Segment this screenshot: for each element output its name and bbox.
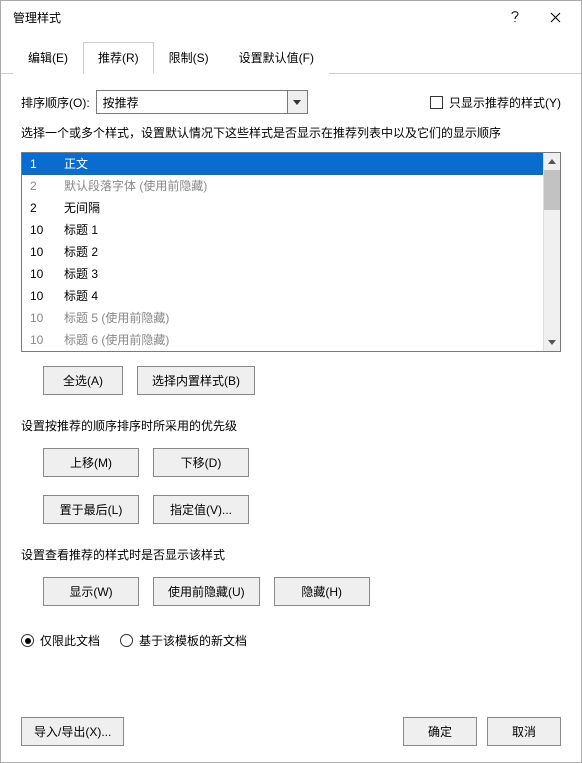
style-priority-number: 10 bbox=[30, 287, 64, 305]
select-all-button[interactable]: 全选(A) bbox=[43, 366, 123, 395]
tab-bar: 编辑(E) 推荐(R) 限制(S) 设置默认值(F) bbox=[1, 33, 581, 74]
style-name: 默认段落字体 (使用前隐藏) bbox=[64, 177, 207, 195]
style-name: 标题 6 (使用前隐藏) bbox=[64, 331, 169, 349]
style-list-item[interactable]: 10标题 4 bbox=[22, 285, 543, 307]
tab-recommend[interactable]: 推荐(R) bbox=[83, 42, 154, 74]
radio-this-document[interactable]: 仅限此文档 bbox=[21, 632, 100, 649]
style-list-item[interactable]: 10标题 6 (使用前隐藏) bbox=[22, 329, 543, 351]
dropdown-icon bbox=[287, 91, 307, 113]
radio-template-label: 基于该模板的新文档 bbox=[139, 632, 247, 649]
scrollbar[interactable] bbox=[543, 153, 560, 351]
set-value-button[interactable]: 指定值(V)... bbox=[153, 495, 249, 524]
radio-doc-label: 仅限此文档 bbox=[40, 632, 100, 649]
title-bar: 管理样式 bbox=[1, 1, 581, 33]
window-title: 管理样式 bbox=[13, 9, 495, 26]
dialog-footer: 导入/导出(X)... 确定 取消 bbox=[1, 705, 581, 762]
sort-order-select[interactable]: 按推荐 bbox=[96, 90, 308, 114]
checkbox-icon bbox=[430, 96, 443, 109]
radio-icon bbox=[21, 634, 34, 647]
select-builtin-button[interactable]: 选择内置样式(B) bbox=[137, 366, 255, 395]
scroll-up-icon[interactable] bbox=[544, 153, 560, 170]
style-list-item[interactable]: 10标题 7 (使用前隐藏) bbox=[22, 351, 543, 352]
hide-until-used-button[interactable]: 使用前隐藏(U) bbox=[153, 577, 260, 606]
style-priority-number: 10 bbox=[30, 265, 64, 283]
only-show-label: 只显示推荐的样式(Y) bbox=[449, 94, 561, 111]
style-priority-number: 2 bbox=[30, 177, 64, 195]
styles-listbox[interactable]: 1正文2默认段落字体 (使用前隐藏)2无间隔10标题 110标题 210标题 3… bbox=[21, 152, 561, 352]
tab-setdefault[interactable]: 设置默认值(F) bbox=[224, 42, 329, 74]
style-list-item[interactable]: 2无间隔 bbox=[22, 197, 543, 219]
scroll-thumb[interactable] bbox=[544, 170, 560, 210]
cancel-button[interactable]: 取消 bbox=[487, 717, 561, 746]
style-priority-number: 10 bbox=[30, 221, 64, 239]
style-priority-number: 10 bbox=[30, 243, 64, 261]
scroll-track[interactable] bbox=[544, 170, 560, 334]
style-name: 标题 5 (使用前隐藏) bbox=[64, 309, 169, 327]
style-list-item[interactable]: 10标题 2 bbox=[22, 241, 543, 263]
style-list-item[interactable]: 10标题 3 bbox=[22, 263, 543, 285]
move-last-button[interactable]: 置于最后(L) bbox=[43, 495, 139, 524]
style-priority-number: 10 bbox=[30, 331, 64, 349]
style-list-item[interactable]: 2默认段落字体 (使用前隐藏) bbox=[22, 175, 543, 197]
style-name: 标题 3 bbox=[64, 265, 98, 283]
style-name: 标题 4 bbox=[64, 287, 98, 305]
style-name: 标题 1 bbox=[64, 221, 98, 239]
sort-label: 排序顺序(O): bbox=[21, 94, 90, 111]
style-priority-number: 10 bbox=[30, 309, 64, 327]
hide-button[interactable]: 隐藏(H) bbox=[274, 577, 370, 606]
style-name: 无间隔 bbox=[64, 199, 100, 217]
priority-label: 设置按推荐的顺序排序时所采用的优先级 bbox=[21, 417, 561, 434]
style-name: 标题 2 bbox=[64, 243, 98, 261]
style-list-item[interactable]: 10标题 5 (使用前隐藏) bbox=[22, 307, 543, 329]
description-text: 选择一个或多个样式，设置默认情况下这些样式是否显示在推荐列表中以及它们的显示顺序 bbox=[21, 124, 561, 142]
import-export-button[interactable]: 导入/导出(X)... bbox=[21, 717, 124, 746]
style-priority-number: 1 bbox=[30, 155, 64, 173]
style-priority-number: 2 bbox=[30, 199, 64, 217]
style-name: 正文 bbox=[64, 155, 88, 173]
style-list-item[interactable]: 1正文 bbox=[22, 153, 543, 175]
move-down-button[interactable]: 下移(D) bbox=[153, 448, 249, 477]
radio-template[interactable]: 基于该模板的新文档 bbox=[120, 632, 247, 649]
only-show-recommended-checkbox[interactable]: 只显示推荐的样式(Y) bbox=[430, 94, 561, 111]
sort-row: 排序顺序(O): 按推荐 只显示推荐的样式(Y) bbox=[21, 90, 561, 114]
show-label: 设置查看推荐的样式时是否显示该样式 bbox=[21, 546, 561, 563]
help-button[interactable] bbox=[495, 3, 535, 31]
move-up-button[interactable]: 上移(M) bbox=[43, 448, 139, 477]
tab-restrict[interactable]: 限制(S) bbox=[154, 42, 224, 74]
manage-styles-dialog: 管理样式 编辑(E) 推荐(R) 限制(S) 设置默认值(F) 排序顺序(O):… bbox=[0, 0, 582, 763]
radio-icon bbox=[120, 634, 133, 647]
style-list-item[interactable]: 10标题 1 bbox=[22, 219, 543, 241]
ok-button[interactable]: 确定 bbox=[403, 717, 477, 746]
sort-order-value: 按推荐 bbox=[103, 94, 287, 111]
show-button[interactable]: 显示(W) bbox=[43, 577, 139, 606]
tab-edit[interactable]: 编辑(E) bbox=[13, 42, 83, 74]
close-button[interactable] bbox=[535, 3, 575, 31]
scroll-down-icon[interactable] bbox=[544, 334, 560, 351]
dialog-content: 排序顺序(O): 按推荐 只显示推荐的样式(Y) 选择一个或多个样式，设置默认情… bbox=[1, 74, 581, 705]
